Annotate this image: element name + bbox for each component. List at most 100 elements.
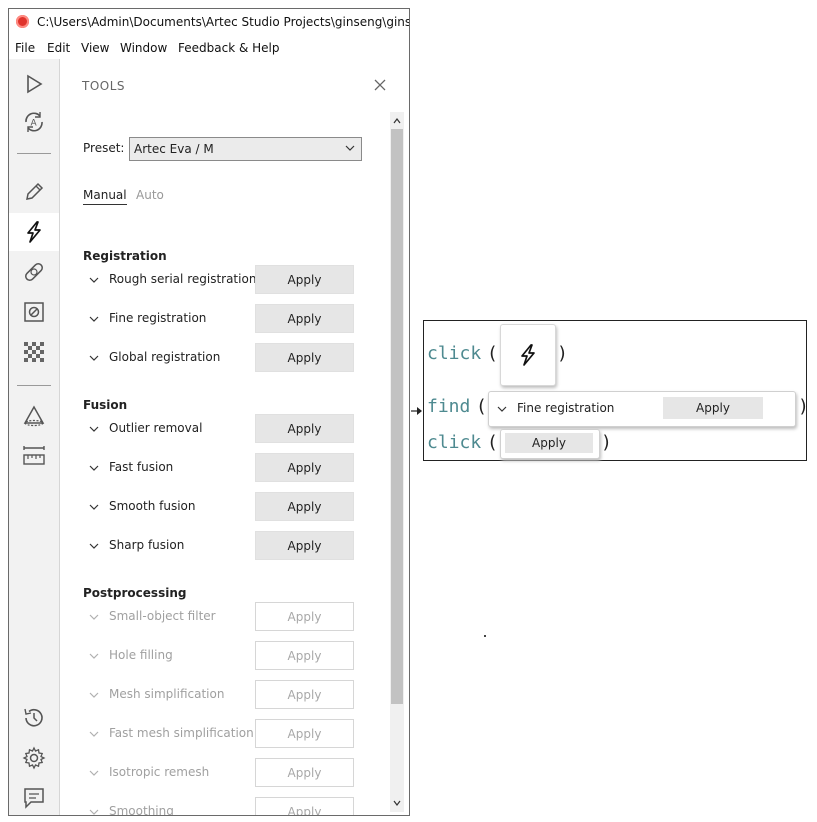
tool-row-label: Outlier removal [109, 421, 203, 435]
tool-row-label: Smooth fusion [109, 499, 196, 513]
apply-button[interactable]: Apply [255, 453, 354, 482]
eraser-box-icon[interactable] [15, 295, 53, 329]
chevron-down-icon [89, 692, 99, 698]
chevron-down-icon[interactable] [89, 314, 99, 324]
annot-find-fn: find [427, 396, 471, 417]
apply-button: Apply [255, 797, 354, 815]
apply-button: Apply [255, 602, 354, 631]
svg-text:A: A [31, 119, 38, 129]
chevron-down-icon [89, 653, 99, 659]
chevron-down-icon [497, 406, 507, 412]
tool-row-label: Hole filling [109, 648, 173, 662]
tab-auto[interactable]: Auto [136, 188, 164, 202]
apply-button: Apply [255, 680, 354, 709]
tool-row-label: Isotropic remesh [109, 765, 210, 779]
app-window: C:\Users\Admin\Documents\Artec Studio Pr… [8, 8, 410, 816]
chevron-down-icon [345, 145, 355, 151]
arrow-right-icon [411, 407, 422, 415]
gear-icon[interactable] [15, 741, 53, 775]
scroll-up-icon[interactable] [393, 117, 401, 125]
apply-button: Apply [255, 758, 354, 787]
sidebar-divider [17, 385, 51, 386]
tool-row-label: Rough serial registration [109, 272, 257, 286]
tool-row-label: Small-object filter [109, 609, 216, 623]
menu-window[interactable]: Window [120, 41, 167, 55]
app-logo-icon [16, 15, 29, 28]
preset-dropdown[interactable]: Artec Eva / M [129, 137, 362, 161]
annot-open-paren: ( [487, 432, 498, 453]
chevron-down-icon [89, 770, 99, 776]
panel-title: TOOLS [82, 79, 126, 93]
apply-button[interactable]: Apply [255, 492, 354, 521]
annot-click-fn-1: click [427, 343, 482, 364]
annot-close-paren: ) [798, 396, 809, 417]
annot-row-apply: Apply [663, 397, 763, 419]
texture-checker-icon[interactable] [15, 335, 53, 369]
apply-button: Apply [255, 719, 354, 748]
sidebar-divider [17, 153, 51, 154]
annot-apply-label: Apply [505, 433, 593, 453]
annot-open-paren: ( [476, 396, 487, 417]
preset-label: Preset: [83, 141, 125, 155]
annot-click-fn-2: click [427, 432, 482, 453]
autopilot-icon[interactable]: A [15, 105, 53, 139]
preset-value: Artec Eva / M [134, 142, 214, 156]
chevron-down-icon[interactable] [89, 275, 99, 285]
apply-button[interactable]: Apply [255, 343, 354, 372]
stray-dot [484, 635, 486, 637]
history-icon[interactable] [15, 701, 53, 735]
apply-button: Apply [255, 641, 354, 670]
menu-view[interactable]: View [81, 41, 109, 55]
menu-edit[interactable]: Edit [47, 41, 70, 55]
scrollbar-thumb[interactable] [391, 129, 403, 704]
chevron-down-icon [89, 731, 99, 737]
section-fusion: Fusion [83, 398, 128, 412]
scroll-down-icon[interactable] [393, 799, 401, 807]
tool-row-label: Mesh simplification [109, 687, 225, 701]
sidebar: A [9, 59, 60, 815]
annot-apply-chip: Apply [500, 429, 600, 459]
tool-row-label: Global registration [109, 350, 221, 364]
section-registration: Registration [83, 249, 167, 263]
menu-feedback-help[interactable]: Feedback & Help [178, 41, 280, 55]
chevron-down-icon[interactable] [89, 424, 99, 434]
tools-panel: TOOLS Preset: Artec Eva / M Manual Auto … [60, 59, 409, 815]
chevron-down-icon [89, 614, 99, 620]
lightning-icon[interactable] [9, 213, 59, 251]
tool-row-label: Sharp fusion [109, 538, 185, 552]
chevron-down-icon[interactable] [89, 463, 99, 473]
ruler-icon[interactable] [15, 439, 53, 473]
section-postprocessing: Postprocessing [83, 586, 187, 600]
bandage-icon[interactable] [15, 255, 53, 289]
tool-row-label: Fast fusion [109, 460, 174, 474]
measure-cone-icon[interactable] [15, 399, 53, 433]
window-title: C:\Users\Admin\Documents\Artec Studio Pr… [37, 15, 409, 29]
tab-manual[interactable]: Manual [83, 188, 127, 205]
lightning-icon [521, 344, 535, 366]
chevron-down-icon[interactable] [89, 541, 99, 551]
menu-bar: File Edit View Window Feedback & Help [9, 37, 409, 59]
tool-row-label: Fast mesh simplification [109, 726, 254, 740]
annot-fine-registration-chip: Fine registration Apply [488, 391, 796, 427]
tool-row-label: Smoothing [109, 804, 174, 816]
close-icon[interactable] [372, 77, 388, 93]
pencil-icon[interactable] [15, 175, 53, 209]
menu-file[interactable]: File [15, 41, 35, 55]
annot-open-paren: ( [487, 343, 498, 364]
action-annotation: click ( ) find ( Fine registration Apply… [423, 320, 809, 461]
apply-button[interactable]: Apply [255, 265, 354, 294]
chevron-down-icon[interactable] [89, 353, 99, 363]
apply-button[interactable]: Apply [255, 531, 354, 560]
apply-button[interactable]: Apply [255, 414, 354, 443]
tool-row-label: Fine registration [109, 311, 207, 325]
annot-close-paren: ) [601, 432, 612, 453]
annot-row-label: Fine registration [517, 401, 615, 415]
apply-button[interactable]: Apply [255, 304, 354, 333]
chevron-down-icon [89, 809, 99, 815]
chat-icon[interactable] [15, 781, 53, 815]
chevron-down-icon[interactable] [89, 502, 99, 512]
annot-lightning-chip [500, 324, 556, 386]
title-bar: C:\Users\Admin\Documents\Artec Studio Pr… [9, 9, 409, 35]
annot-close-paren: ) [557, 343, 568, 364]
play-icon[interactable] [15, 67, 53, 101]
